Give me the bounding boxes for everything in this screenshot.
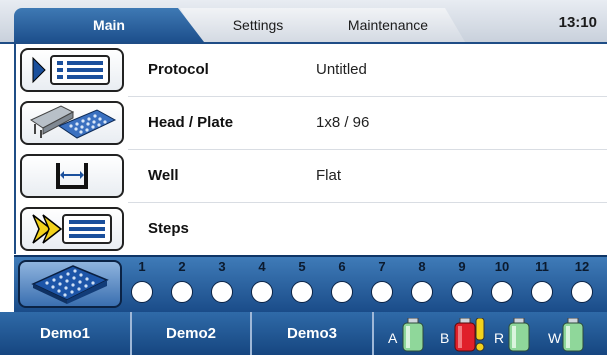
column-number: 3: [218, 259, 226, 274]
bottle-letter: R: [494, 330, 505, 346]
protocol-button[interactable]: [20, 48, 124, 92]
column-number: 1: [138, 259, 146, 274]
column-5[interactable]: 5: [288, 259, 316, 311]
column-3[interactable]: 3: [208, 259, 236, 311]
tab-main-label: Main: [93, 17, 125, 33]
bottle-w[interactable]: W: [548, 318, 604, 352]
well-indicator: [131, 281, 153, 303]
protocol-label: Protocol: [148, 61, 209, 78]
steps-row: Steps: [16, 203, 607, 255]
column-number: 8: [418, 259, 426, 274]
well-indicator: [451, 281, 473, 303]
head-plate-row: Head / Plate 1x8 / 96: [16, 97, 607, 149]
bottle-r[interactable]: R: [494, 318, 550, 352]
warning-icon: [475, 318, 485, 352]
column-number: 12: [574, 259, 590, 274]
well-indicator: [251, 281, 273, 303]
tab-maintenance-label: Maintenance: [347, 17, 429, 33]
tab-maintenance[interactable]: Maintenance: [305, 8, 465, 42]
column-number: 4: [258, 259, 266, 274]
flat-well-icon: [56, 163, 88, 189]
bottle-a[interactable]: A: [388, 318, 444, 352]
well-indicator: [331, 281, 353, 303]
clock: 13:10: [558, 14, 597, 31]
tab-settings-label: Settings: [232, 17, 284, 33]
well-value: Flat: [316, 167, 342, 184]
well-button[interactable]: [20, 154, 124, 198]
column-9[interactable]: 9: [448, 259, 476, 311]
plate-icon: [31, 265, 109, 304]
column-number: 10: [494, 259, 510, 274]
bottle-icon: [562, 318, 584, 352]
demo2-button[interactable]: Demo2: [132, 312, 252, 355]
bottom-bar: Demo1 Demo2 Demo3 A B R W: [0, 312, 607, 355]
main-panel: Protocol Untitled Head / Plate 1x8 / 96: [14, 44, 607, 254]
steps-list-icon: [32, 214, 112, 244]
tab-settings[interactable]: Settings: [180, 8, 330, 42]
well-indicator: [291, 281, 313, 303]
steps-button[interactable]: [20, 207, 124, 251]
column-number: 11: [535, 259, 549, 274]
column-6[interactable]: 6: [328, 259, 356, 311]
plate-columns-strip: 1 2 3 4 5 6 7 8 9 10 11 12: [14, 255, 607, 312]
column-number: 5: [298, 259, 306, 274]
bottle-letter: A: [388, 330, 398, 346]
column-2[interactable]: 2: [168, 259, 196, 311]
head-plate-value: 1x8 / 96: [316, 114, 370, 131]
demo1-button[interactable]: Demo1: [0, 312, 132, 355]
well-indicator: [171, 281, 193, 303]
well-indicator: [211, 281, 233, 303]
column-number: 9: [458, 259, 466, 274]
column-10[interactable]: 10: [488, 259, 516, 311]
well-row: Well Flat: [16, 150, 607, 202]
column-4[interactable]: 4: [248, 259, 276, 311]
well-indicator: [571, 281, 593, 303]
head-plate-label: Head / Plate: [148, 114, 234, 131]
bottle-b[interactable]: B: [440, 318, 496, 352]
head-plate-button[interactable]: [20, 101, 124, 145]
well-label: Well: [148, 167, 179, 184]
column-7[interactable]: 7: [368, 259, 396, 311]
tab-bar: Settings Maintenance Main 13:10: [0, 0, 607, 44]
column-8[interactable]: 8: [408, 259, 436, 311]
column-1[interactable]: 1: [128, 259, 156, 311]
protocol-value: Untitled: [316, 61, 367, 78]
bottle-icon: [508, 318, 530, 352]
head-plate-icon: [29, 105, 117, 139]
bottle-letter: B: [440, 330, 450, 346]
well-indicator: [491, 281, 513, 303]
column-number: 2: [178, 259, 186, 274]
well-indicator: [411, 281, 433, 303]
tab-main[interactable]: Main: [14, 8, 204, 42]
protocol-list-icon: [32, 55, 110, 85]
well-indicator: [531, 281, 553, 303]
bottle-icon: [402, 318, 424, 352]
column-number: 6: [338, 259, 346, 274]
well-indicator: [371, 281, 393, 303]
column-12[interactable]: 12: [568, 259, 596, 311]
demo3-button[interactable]: Demo3: [252, 312, 374, 355]
steps-label: Steps: [148, 220, 189, 237]
column-number: 7: [378, 259, 386, 274]
plate-button[interactable]: [18, 260, 122, 308]
column-11[interactable]: 11: [528, 259, 556, 311]
protocol-row: Protocol Untitled: [16, 44, 607, 96]
